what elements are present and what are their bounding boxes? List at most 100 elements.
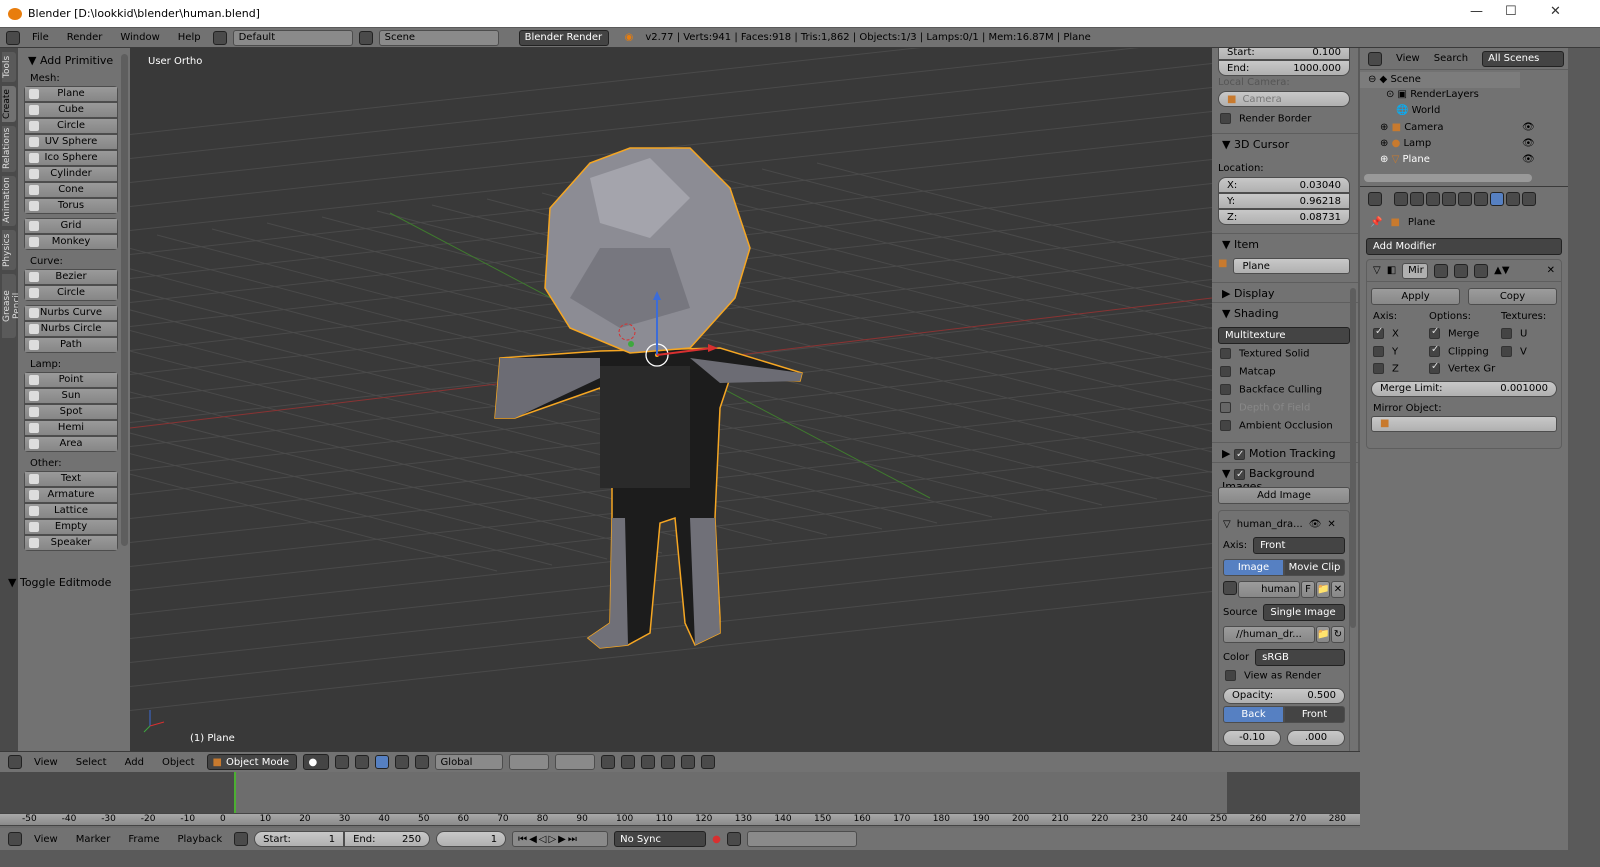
- motion-tracking-header[interactable]: ▶ Motion Tracking: [1212, 442, 1358, 464]
- rotate-icon[interactable]: [394, 755, 409, 769]
- add-primitive-header[interactable]: ▼ Add Primitive: [28, 54, 124, 67]
- scene-select[interactable]: Scene: [378, 29, 499, 46]
- npanel-scrollbar[interactable]: [1350, 288, 1356, 628]
- info-editor-icon[interactable]: [6, 30, 20, 45]
- editor-type-icon[interactable]: [8, 755, 22, 769]
- bg-image-header[interactable]: ▽ human_dra... 👁 ✕: [1223, 515, 1345, 533]
- object-tab-icon[interactable]: [1458, 192, 1472, 206]
- keying-set-icon[interactable]: [726, 832, 741, 846]
- material-tab-icon[interactable]: [1522, 192, 1536, 206]
- sync-select[interactable]: No Sync: [614, 831, 707, 847]
- outliner-item-camera[interactable]: ⊕ ■ Camera: [1380, 122, 1443, 133]
- local-camera-field[interactable]: ■ Camera: [1218, 91, 1350, 107]
- add-image-button[interactable]: Add Image: [1218, 487, 1350, 504]
- add-lamp-sun-button[interactable]: Sun: [24, 388, 118, 404]
- front-button[interactable]: Front: [1284, 705, 1345, 723]
- viewport-toggle-icon[interactable]: [1454, 263, 1469, 278]
- end-frame-field[interactable]: End: 250: [344, 831, 431, 847]
- eye-icon[interactable]: 👁: [1309, 519, 1322, 530]
- modifier-name-field[interactable]: Mir: [1402, 262, 1429, 279]
- lock-layers-icon[interactable]: [600, 755, 615, 769]
- close-button[interactable]: ✕: [1550, 4, 1561, 19]
- 3d-cursor-header[interactable]: ▼ 3D Cursor: [1212, 133, 1358, 155]
- menu-render[interactable]: Render: [61, 32, 109, 43]
- modifier-header[interactable]: ▽ ◧ Mir ▲▼ ✕: [1367, 260, 1561, 282]
- tool-shelf-scrollbar[interactable]: [121, 54, 128, 546]
- cursor-x-field[interactable]: X: 0.03040: [1218, 177, 1350, 193]
- add-lamp-point-button[interactable]: Point: [24, 372, 118, 388]
- menu-window[interactable]: Window: [114, 32, 165, 43]
- ambient-occlusion-checkbox[interactable]: Ambient Occlusion: [1220, 420, 1333, 432]
- cursor-z-field[interactable]: Z: 0.08731: [1218, 209, 1350, 225]
- display-mode-select[interactable]: All Scenes: [1482, 50, 1565, 67]
- translate-icon[interactable]: [374, 755, 389, 769]
- shading-header[interactable]: ▼ Shading: [1212, 302, 1358, 324]
- snap-element-icon[interactable]: [660, 755, 675, 769]
- render-toggle-icon[interactable]: [1434, 263, 1449, 278]
- pin-icon[interactable]: 📌: [1370, 217, 1382, 228]
- axis-y-checkbox[interactable]: Y: [1373, 345, 1429, 357]
- merge-limit-field[interactable]: Merge Limit: 0.001000: [1371, 380, 1557, 397]
- add-curve-path-button[interactable]: Path: [24, 337, 118, 353]
- outliner-item-world[interactable]: 🌐 World: [1396, 105, 1440, 116]
- menu-file[interactable]: File: [26, 32, 55, 43]
- minimize-button[interactable]: —: [1470, 4, 1483, 19]
- add-lamp-spot-button[interactable]: Spot: [24, 404, 118, 420]
- modifiers-tab-icon[interactable]: [1490, 192, 1504, 206]
- texture-u-checkbox[interactable]: U: [1501, 328, 1561, 340]
- object-name-field[interactable]: Plane: [1233, 258, 1350, 274]
- view-as-render-checkbox[interactable]: View as Render: [1223, 670, 1345, 682]
- opacity-slider[interactable]: Opacity: 0.500: [1223, 687, 1345, 704]
- properties-editor-icon[interactable]: [1368, 192, 1382, 206]
- source-select[interactable]: Single Image: [1263, 604, 1345, 621]
- outliner-item-renderlayers[interactable]: ⊙ ▣ RenderLayers: [1386, 89, 1479, 100]
- current-frame-field[interactable]: 1: [436, 831, 507, 847]
- layers-grid-1[interactable]: [508, 754, 549, 770]
- menu-view[interactable]: View: [28, 834, 64, 845]
- add-curve-bezier-button[interactable]: Bezier: [24, 269, 118, 285]
- vertex-group-checkbox[interactable]: Vertex Gr: [1429, 363, 1501, 375]
- record-icon[interactable]: ●: [712, 834, 721, 845]
- add-mesh-circle-button[interactable]: Circle: [24, 118, 118, 134]
- scale-icon[interactable]: [414, 755, 429, 769]
- add-lamp-hemi-button[interactable]: Hemi: [24, 420, 118, 436]
- menu-select[interactable]: Select: [70, 757, 113, 768]
- manipulator-toggle-icon[interactable]: [354, 755, 369, 769]
- clip-end-field[interactable]: End: 1000.000: [1218, 60, 1350, 76]
- tab-create[interactable]: Create: [2, 86, 16, 122]
- open-image-button[interactable]: 📁: [1316, 581, 1330, 598]
- maximize-button[interactable]: ☐: [1505, 4, 1517, 19]
- editmode-toggle-icon[interactable]: [1474, 263, 1489, 278]
- offset-x-field[interactable]: -0.10: [1223, 729, 1281, 746]
- menu-help[interactable]: Help: [172, 32, 207, 43]
- move-up-icon[interactable]: ▲▼: [1494, 265, 1509, 276]
- texture-v-checkbox[interactable]: V: [1501, 345, 1561, 357]
- scene-tab-icon[interactable]: [1426, 192, 1440, 206]
- add-mesh-torus-button[interactable]: Torus: [24, 198, 118, 214]
- layers-grid-2[interactable]: [554, 754, 595, 770]
- menu-search[interactable]: Search: [1434, 53, 1468, 64]
- viewport-shading-select[interactable]: ●: [302, 754, 329, 770]
- add-modifier-select[interactable]: Add Modifier: [1366, 238, 1562, 255]
- tab-movie-clip[interactable]: Movie Clip: [1284, 559, 1345, 576]
- unlink-image-button[interactable]: ✕: [1331, 581, 1345, 598]
- back-button[interactable]: Back: [1223, 705, 1284, 723]
- tab-image[interactable]: Image: [1223, 559, 1284, 576]
- constraints-tab-icon[interactable]: [1474, 192, 1488, 206]
- add-curve-nurbs-circle-button[interactable]: Nurbs Circle: [24, 321, 118, 337]
- merge-checkbox[interactable]: Merge: [1429, 328, 1501, 340]
- data-tab-icon[interactable]: [1506, 192, 1520, 206]
- filepath-field[interactable]: //human_dr...: [1223, 626, 1315, 643]
- mirror-object-field[interactable]: ■: [1371, 415, 1557, 432]
- outliner-h-scrollbar[interactable]: [1364, 174, 1532, 182]
- add-other-lattice-button[interactable]: Lattice: [24, 503, 118, 519]
- mode-select[interactable]: ■ Object Mode: [206, 754, 297, 770]
- add-mesh-plane-button[interactable]: Plane: [24, 86, 118, 102]
- clipping-checkbox[interactable]: Clipping: [1429, 345, 1501, 357]
- menu-view[interactable]: View: [1396, 53, 1420, 64]
- add-mesh-cone-button[interactable]: Cone: [24, 182, 118, 198]
- frame-ruler[interactable]: -50 -40 -30 -20 -10 0 10 20 30 40 50 60 70 80 90 100 110…: [0, 813, 1360, 826]
- matcap-checkbox[interactable]: Matcap: [1220, 366, 1276, 378]
- screen-layout-icon[interactable]: [212, 30, 227, 45]
- render-border-checkbox[interactable]: Render Border: [1220, 113, 1311, 125]
